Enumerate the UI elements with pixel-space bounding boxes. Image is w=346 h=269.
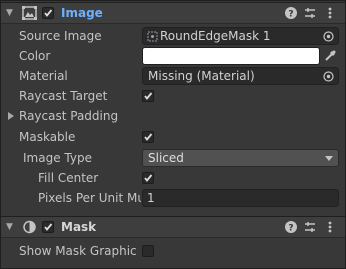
raycast-padding-row[interactable]: Raycast Padding <box>1 106 345 126</box>
raycast-target-checkbox[interactable] <box>142 90 154 102</box>
raycast-target-label: Raycast Target <box>19 89 108 103</box>
show-mask-graphic-label: Show Mask Graphic <box>19 244 137 258</box>
help-icon[interactable]: ? <box>284 6 298 20</box>
image-component-icon <box>22 6 37 20</box>
fill-center-checkbox[interactable] <box>142 172 154 184</box>
maskable-row: Maskable <box>1 127 345 147</box>
pixels-per-unit-value: 1 <box>147 191 155 205</box>
context-menu-icon[interactable] <box>323 6 337 20</box>
source-image-field[interactable]: RoundEdgeMask 1 <box>142 27 339 45</box>
image-component-title: Image <box>61 6 103 20</box>
dropdown-arrow-icon <box>325 156 333 161</box>
fill-center-label: Fill Center <box>38 171 99 185</box>
color-swatch[interactable] <box>142 47 320 65</box>
mask-component-title: Mask <box>61 220 97 234</box>
pixels-per-unit-label[interactable]: Pixels Per Unit Mul <box>38 191 141 205</box>
material-value: Missing (Material) <box>148 69 255 83</box>
image-type-label: Image Type <box>23 151 92 165</box>
source-image-row: Source Image RoundEdgeMask 1 <box>1 26 345 46</box>
color-row: Color <box>1 46 345 66</box>
show-mask-graphic-row: Show Mask Graphic <box>1 241 345 261</box>
raycast-padding-label[interactable]: Raycast Padding <box>19 109 118 123</box>
mask-enabled-checkbox[interactable] <box>42 221 54 233</box>
eyedropper-icon[interactable] <box>323 49 337 63</box>
svg-text:?: ? <box>288 10 293 20</box>
source-image-value: RoundEdgeMask 1 <box>160 29 271 43</box>
maskable-label: Maskable <box>19 130 76 144</box>
image-type-value: Sliced <box>148 151 184 165</box>
object-picker-icon[interactable] <box>323 31 334 42</box>
image-type-dropdown[interactable]: Sliced <box>142 149 339 167</box>
fill-center-row: Fill Center <box>1 168 345 188</box>
image-component-header[interactable]: ▼ Image ? <box>1 2 345 24</box>
sprite-icon <box>147 31 158 42</box>
show-mask-graphic-checkbox[interactable] <box>142 245 154 257</box>
mask-component-icon <box>22 220 37 234</box>
pixels-per-unit-input[interactable]: 1 <box>142 189 339 207</box>
inspector-panel: ▼ Image ? Source Image RoundEdgeMask 1 C… <box>0 0 346 269</box>
raycast-target-row: Raycast Target <box>1 86 345 106</box>
color-label: Color <box>19 49 51 63</box>
material-row: Material Missing (Material) <box>1 66 345 86</box>
image-type-row: Image Type Sliced <box>1 148 345 168</box>
presets-icon[interactable] <box>303 6 317 20</box>
material-label: Material <box>19 69 68 83</box>
raycast-padding-foldout-icon[interactable] <box>8 112 14 120</box>
context-menu-icon[interactable] <box>323 220 337 234</box>
pixels-per-unit-row: Pixels Per Unit Mul 1 <box>1 188 345 208</box>
svg-text:?: ? <box>288 224 293 234</box>
image-enabled-checkbox[interactable] <box>42 7 54 19</box>
presets-icon[interactable] <box>303 220 317 234</box>
maskable-checkbox[interactable] <box>142 131 154 143</box>
help-icon[interactable]: ? <box>284 220 298 234</box>
object-picker-icon[interactable] <box>323 71 334 82</box>
foldout-arrow-icon[interactable]: ▼ <box>6 222 16 232</box>
source-image-label: Source Image <box>19 29 102 43</box>
foldout-arrow-icon[interactable]: ▼ <box>6 8 16 18</box>
material-field[interactable]: Missing (Material) <box>142 67 339 85</box>
mask-component-header[interactable]: ▼ Mask ? <box>1 216 345 238</box>
